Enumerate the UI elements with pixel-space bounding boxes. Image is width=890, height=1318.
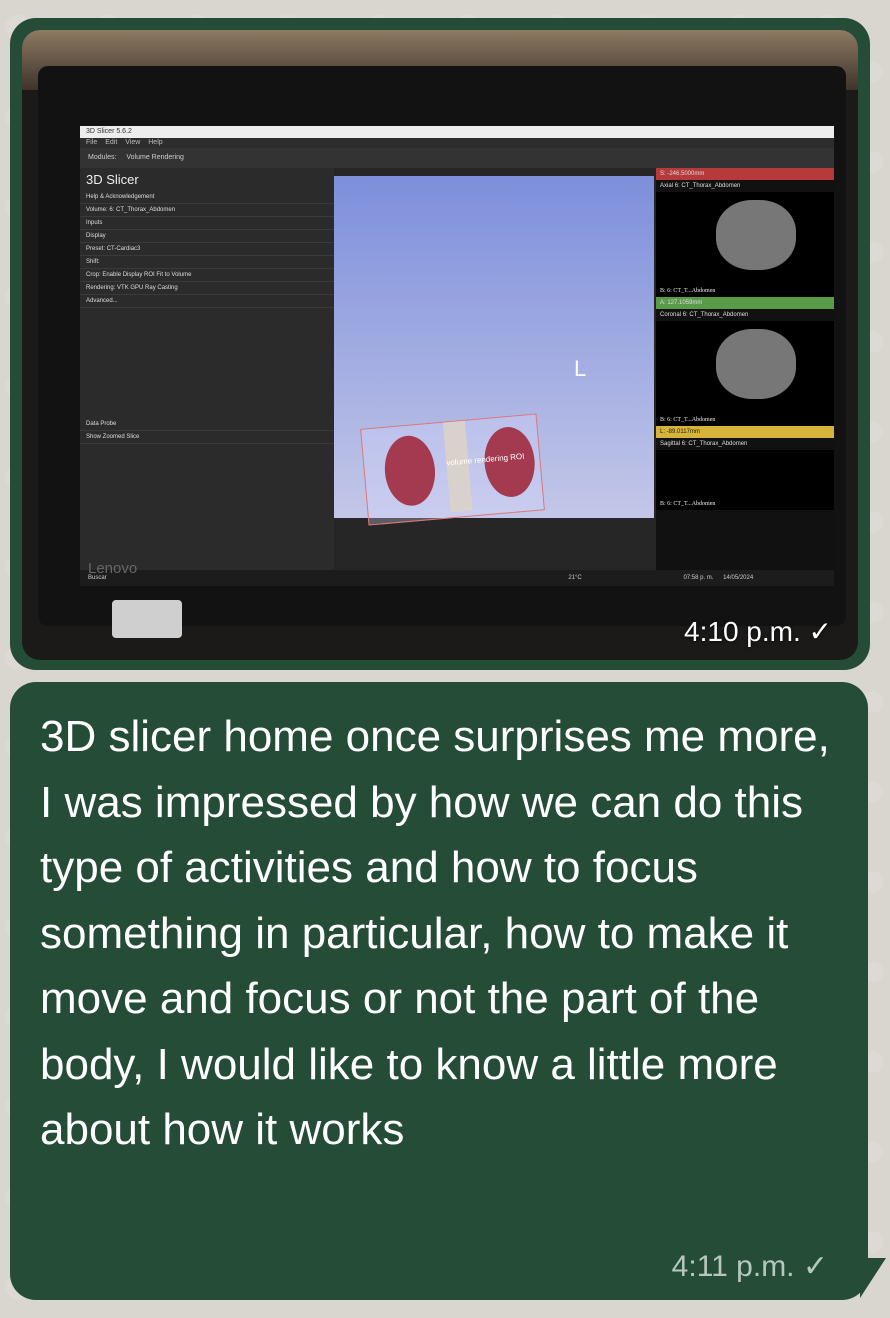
laptop-brand: Lenovo [88, 560, 138, 577]
axial-image [716, 200, 796, 270]
axial-series: 6: CT_Thorax_Abdomen [674, 183, 741, 189]
l-value: L: -89.0117mm [660, 429, 700, 435]
volume-row: Volume: 6: CT_Thorax_Abdomen [80, 204, 334, 217]
clock-time: 07:58 p. m. [683, 575, 714, 581]
module-panel: 3D Slicer Help & Acknowledgement Volume:… [80, 168, 334, 570]
display-row: Display [80, 230, 334, 243]
coronal-series: 6: CT_Thorax_Abdomen [682, 312, 749, 318]
menu-view: View [125, 139, 141, 146]
menu-bar: File Edit View Help [80, 138, 834, 148]
crop-label: Crop: [86, 272, 101, 278]
check-icon: ✓ [802, 1250, 828, 1283]
text-message-bubble[interactable]: 3D slicer home once surprises me more, I… [10, 682, 868, 1300]
shift-row: Shift: [80, 256, 334, 269]
crop-row: Crop: Enable Display ROI Fit to Volume [80, 269, 334, 282]
coronal-b-label: B: 6: CT_T...Abdomen [660, 417, 716, 423]
coronal-view: B: 6: CT_T...Abdomen [656, 321, 834, 426]
roi-box: volume rendering ROI [360, 413, 545, 526]
clock-date: 14/05/2024 [723, 575, 754, 581]
laptop: 3D Slicer 5.6.2 File Edit View Help Modu… [38, 66, 846, 626]
left-kidney-render [381, 433, 438, 508]
3d-view: L volume rendering ROI [334, 176, 654, 526]
taskbar: Buscar 21°C 07:58 p. m. 14/05/2024 [80, 570, 834, 586]
preset-row: Preset: CT-Cardiac3 [80, 243, 334, 256]
photo-attachment[interactable]: 3D Slicer 5.6.2 File Edit View Help Modu… [22, 30, 858, 660]
data-probe-row: Data Probe [80, 418, 334, 431]
laptop-screen: 3D Slicer 5.6.2 File Edit View Help Modu… [80, 126, 834, 586]
show-zoomed-row: Show Zoomed Slice [80, 431, 334, 444]
sagittal-view: B: 6: CT_T...Abdomen [656, 450, 834, 510]
sagittal-series: 6: CT_Thorax_Abdomen [681, 441, 748, 447]
volume-value: 6: CT_Thorax_Abdomen [109, 207, 176, 213]
coronal-image [716, 329, 796, 399]
image-message-bubble[interactable]: 3D Slicer 5.6.2 File Edit View Help Modu… [10, 18, 870, 670]
coronal-selector: Coronal 6: CT_Thorax_Abdomen [656, 309, 834, 321]
preset-value: CT-Cardiac3 [106, 246, 141, 252]
slice-panel: S: -246.5000mm Axial 6: CT_Thorax_Abdome… [656, 168, 834, 570]
photo-time: 4:10 p.m. [684, 616, 801, 647]
inputs-row: Inputs [80, 217, 334, 230]
window-title: 3D Slicer 5.6.2 [80, 126, 834, 138]
rendering-value: VTK GPU Ray Casting [117, 285, 178, 291]
photo-timestamp: 4:10 p.m. ✓ [684, 615, 832, 648]
fit-volume-label: Fit to Volume [156, 272, 192, 278]
sagittal-label: Sagittal [660, 441, 681, 447]
modules-value: Volume Rendering [126, 154, 184, 161]
message-time: 4:11 p.m. [671, 1250, 795, 1283]
menu-help: Help [148, 139, 163, 146]
enable-label: Enable [102, 272, 122, 278]
toolbar: Modules: Volume Rendering [80, 148, 834, 168]
a-value: A: 127.1059mm [660, 300, 703, 306]
rendering-label: Rendering: [86, 285, 116, 291]
coronal-label: Coronal [660, 312, 682, 318]
rendering-row: Rendering: VTK GPU Ray Casting [80, 282, 334, 295]
s-value: S: -246.5000mm [660, 171, 705, 177]
advanced-row: Advanced... [80, 295, 334, 308]
check-icon: ✓ [808, 616, 832, 647]
axial-view: B: 6: CT_T...Abdomen [656, 192, 834, 297]
coronal-bar: A: 127.1059mm [656, 297, 834, 309]
orientation-label: L [574, 356, 587, 381]
menu-file: File [86, 139, 98, 146]
help-row: Help & Acknowledgement [80, 191, 334, 204]
modules-label: Modules: [88, 154, 117, 161]
preset-label: Preset: [86, 246, 106, 252]
laptop-hinge [112, 600, 182, 638]
display-roi-label: Display ROI [122, 272, 155, 278]
volume-label: Volume: [86, 207, 108, 213]
temperature: 21°C [568, 575, 582, 581]
message-text: 3D slicer home once surprises me more, I… [40, 712, 830, 1154]
message-timestamp: 4:11 p.m. ✓ [672, 1249, 828, 1284]
sagittal-selector: Sagittal 6: CT_Thorax_Abdomen [656, 438, 834, 450]
menu-edit: Edit [105, 139, 118, 146]
bubble-tail [860, 1258, 886, 1298]
axial-selector: Axial 6: CT_Thorax_Abdomen [656, 180, 834, 192]
app-name: 3D Slicer [86, 172, 139, 187]
sagittal-bar: L: -89.0117mm [656, 426, 834, 438]
axial-label: Axial [660, 183, 674, 189]
axial-b-label: B: 6: CT_T...Abdomen [660, 288, 716, 294]
sagittal-b-label: B: 6: CT_T...Abdomen [660, 501, 716, 507]
axial-bar: S: -246.5000mm [656, 168, 834, 180]
